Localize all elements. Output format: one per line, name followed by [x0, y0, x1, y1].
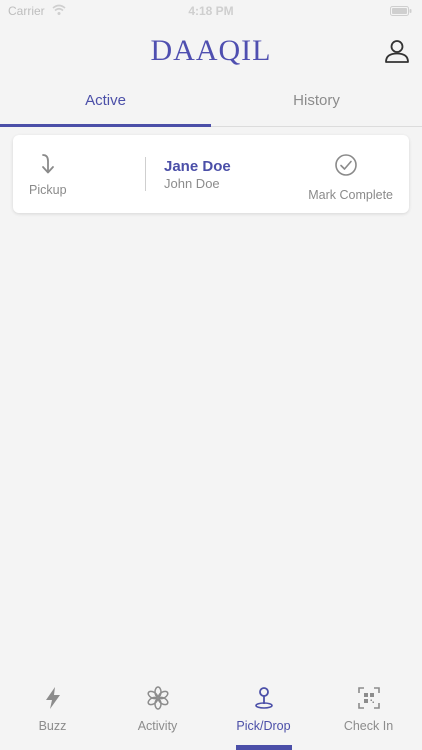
- mark-complete-button[interactable]: Mark Complete: [289, 135, 409, 213]
- qr-scan-icon: [357, 687, 380, 709]
- nav-selected-indicator: [236, 745, 292, 750]
- nav-item-pick-drop[interactable]: Pick/Drop: [211, 676, 316, 750]
- nav-label-pick-drop: Pick/Drop: [236, 719, 291, 733]
- pickup-card[interactable]: Pickup Jane Doe John Doe Mark Complete: [13, 135, 409, 213]
- arrow-turn-down-icon: [42, 154, 54, 174]
- app-title: DAAQIL: [150, 34, 272, 67]
- pickup-label: Pickup: [29, 183, 67, 197]
- card-divider: [145, 157, 146, 191]
- pickup-button[interactable]: Pickup: [13, 135, 145, 213]
- tab-history[interactable]: History: [211, 84, 422, 126]
- nav-item-buzz[interactable]: Buzz: [0, 676, 105, 750]
- app-header: DAAQIL: [0, 22, 422, 84]
- nav-label-check-in: Check In: [343, 719, 394, 733]
- guardian-name: John Doe: [164, 176, 220, 191]
- nav-label-activity: Activity: [137, 719, 178, 733]
- tab-indicator: [0, 124, 211, 127]
- battery-icon: [390, 6, 412, 16]
- nav-item-activity[interactable]: Activity: [105, 676, 210, 750]
- tab-active[interactable]: Active: [0, 84, 211, 126]
- person-icon[interactable]: [384, 38, 410, 64]
- location-pin-icon: [254, 687, 273, 709]
- passenger-name: Jane Doe: [164, 158, 231, 175]
- screen: Carrier 4:18 PM DAAQIL Active History Pi…: [0, 0, 422, 750]
- lightning-icon: [45, 687, 60, 709]
- bottom-tab-bar: Buzz Activity Pick/Drop Check In: [0, 676, 422, 750]
- status-bar: Carrier 4:18 PM: [0, 0, 422, 22]
- nav-label-buzz: Buzz: [38, 719, 67, 733]
- check-circle-icon: [335, 154, 357, 176]
- mark-complete-label: Mark Complete: [308, 188, 393, 202]
- asterisk-flower-icon: [146, 686, 169, 710]
- nav-item-check-in[interactable]: Check In: [316, 676, 421, 750]
- segment-tabs: Active History: [0, 84, 422, 127]
- status-time: 4:18 PM: [188, 4, 234, 18]
